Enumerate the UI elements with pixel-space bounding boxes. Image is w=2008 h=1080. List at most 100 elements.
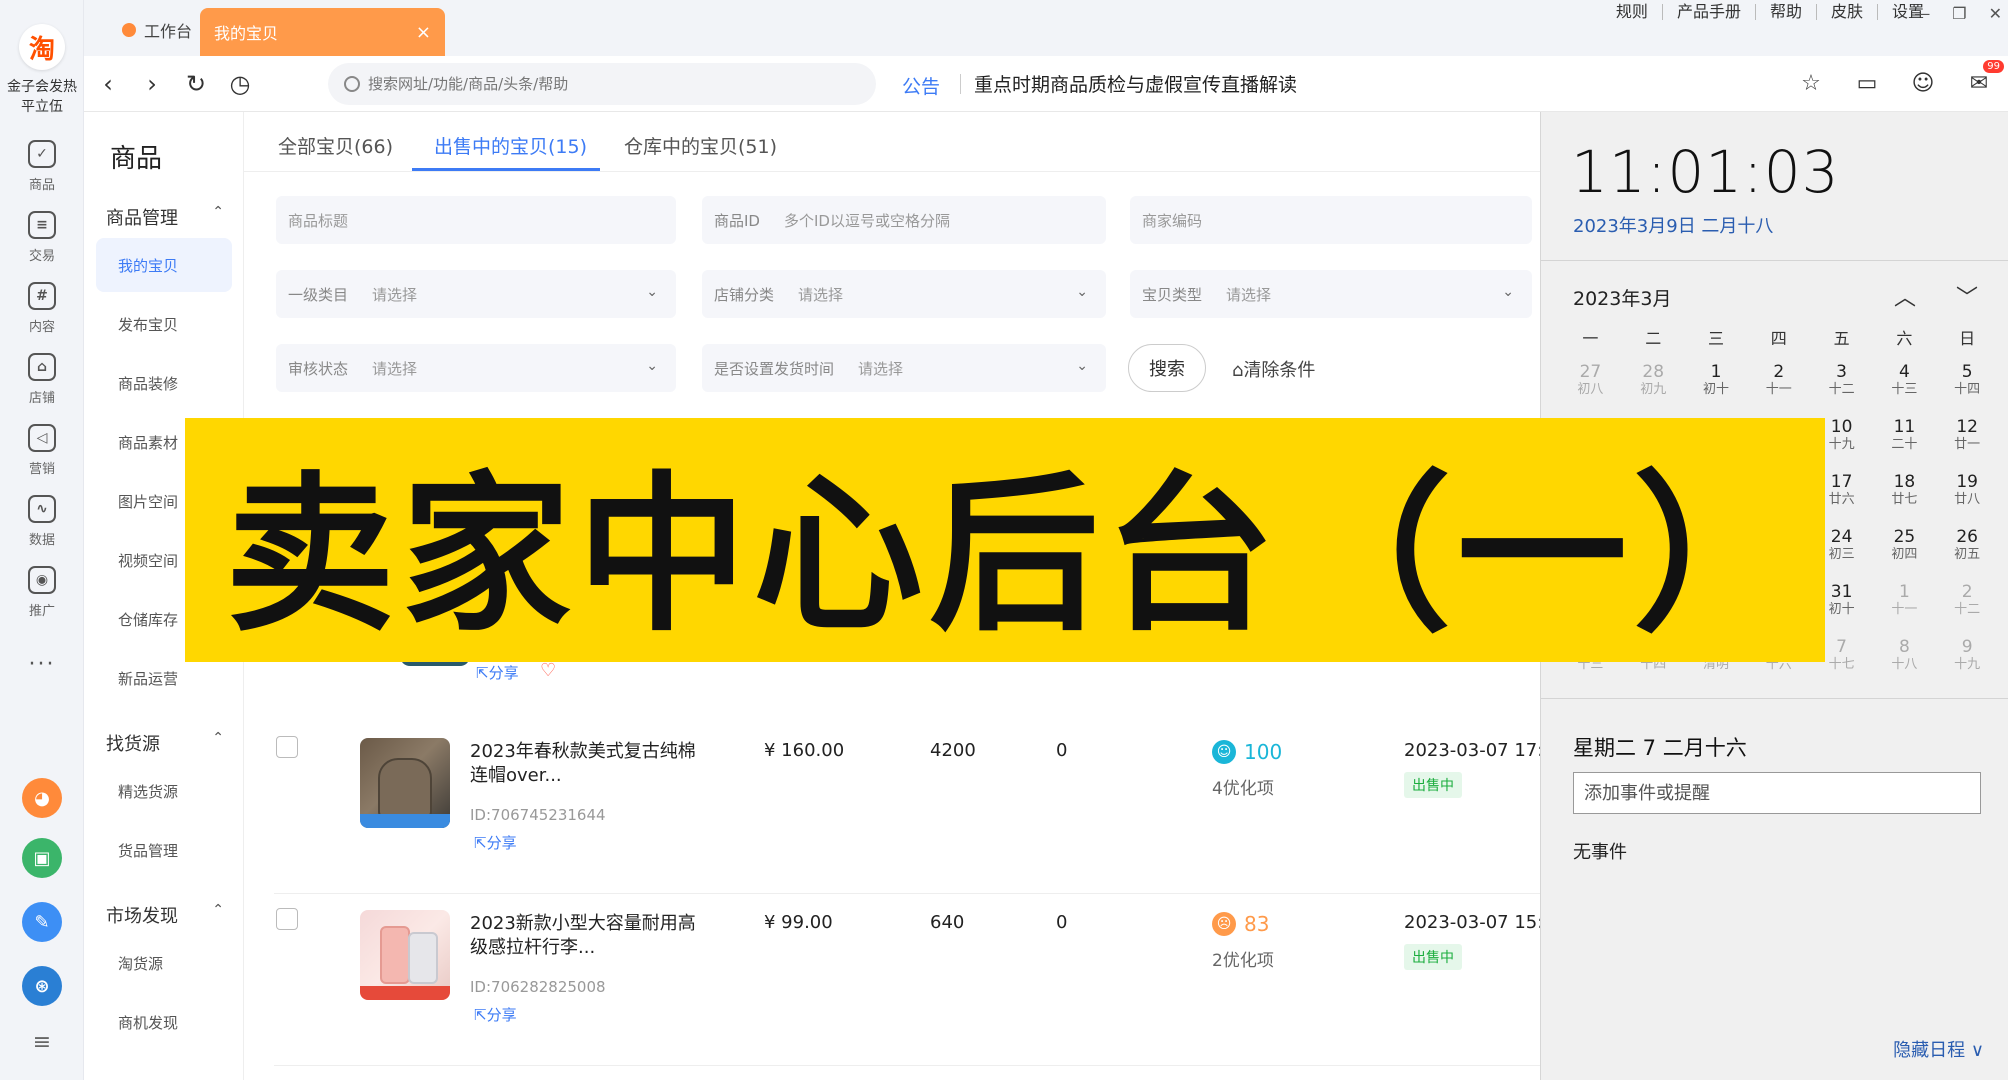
ship-time-select[interactable]: 是否设置发货时间 请选择 ⌄ — [702, 344, 1106, 392]
search-button[interactable]: 搜索 — [1128, 344, 1206, 392]
store-category-select[interactable]: 店铺分类 请选择 ⌄ — [702, 270, 1106, 318]
chevron-up-icon[interactable]: ︿ — [1894, 280, 1916, 312]
quality-score[interactable]: ☺ 100 — [1212, 740, 1282, 764]
share-link[interactable]: ⇱分享 — [474, 832, 517, 853]
calendar-day[interactable]: 26 初五 — [1936, 521, 1999, 576]
calendar-day[interactable]: 25 初四 — [1873, 521, 1936, 576]
mascot-app-icon[interactable]: ◕ — [22, 778, 62, 818]
address-search-input[interactable] — [368, 75, 848, 93]
table-row[interactable]: 2023年春秋款美式复古纯棉连帽over... ID:706745231644 … — [274, 724, 1543, 894]
id-filter[interactable]: 商品ID 多个ID以逗号或空格分隔 — [702, 196, 1106, 244]
more-icon[interactable]: ··· — [0, 652, 84, 677]
share-link[interactable]: ⇱分享 — [474, 1004, 517, 1025]
product-thumbnail[interactable] — [360, 910, 450, 1000]
clock-date[interactable]: 2023年3月9日 二月十八 — [1573, 212, 1773, 238]
browser-app-icon[interactable]: ⊛ — [22, 966, 62, 1006]
rail-item-content[interactable]: # 内容 — [0, 282, 84, 344]
sidebar-item[interactable]: 发布宝贝 — [96, 297, 232, 351]
row-checkbox[interactable] — [276, 908, 298, 930]
audit-status-value: 请选择 — [372, 359, 418, 378]
calendar-day[interactable]: 1 十一 — [1873, 576, 1936, 631]
close-window-icon[interactable]: ✕ — [1989, 4, 2002, 23]
notice-tag[interactable]: 公告 — [902, 72, 940, 99]
top-menu-item[interactable]: 皮肤 — [1817, 4, 1878, 20]
table-row[interactable]: 2023新款小型大容量耐用高级感拉杆行李... ID:706282825008 … — [274, 896, 1543, 1066]
hide-agenda-button[interactable]: 隐藏日程 ∨ — [1893, 1036, 1984, 1062]
calendar-day[interactable]: 2 十二 — [1936, 576, 1999, 631]
maximize-icon[interactable]: ❐ — [1952, 4, 1966, 23]
add-event-input[interactable] — [1573, 772, 1981, 814]
calendar-day[interactable]: 11 二十 — [1873, 411, 1936, 466]
chevron-down-icon[interactable]: ﹀ — [1956, 280, 1978, 312]
category-select[interactable]: 一级类目 请选择 ⌄ — [276, 270, 676, 318]
calendar-month[interactable]: 2023年3月 — [1573, 284, 1671, 311]
top-menu-item[interactable]: 帮助 — [1756, 4, 1817, 20]
quality-score[interactable]: ☹ 83 — [1212, 912, 1269, 936]
rail-item-marketing[interactable]: ◁ 营销 — [0, 424, 84, 486]
top-menu-item[interactable]: 产品手册 — [1663, 4, 1756, 20]
calendar-day[interactable]: 4 十三 — [1873, 356, 1936, 411]
sidebar-group[interactable]: 市场发现 ⌃ — [106, 902, 224, 928]
optimize-count[interactable]: 2优化项 — [1212, 946, 1274, 971]
calendar-day[interactable]: 19 廿八 — [1936, 466, 1999, 521]
item-type-select[interactable]: 宝贝类型 请选择 ⌄ — [1130, 270, 1532, 318]
tab-workbench[interactable]: 工作台 — [104, 10, 210, 50]
heart-icon[interactable]: ♡ — [540, 660, 556, 681]
row-checkbox[interactable] — [276, 736, 298, 758]
rail-item-promote[interactable]: ◉ 推广 — [0, 566, 84, 628]
taobao-logo[interactable]: 淘 — [19, 24, 65, 70]
optimize-count[interactable]: 4优化项 — [1212, 774, 1274, 799]
sidebar-group[interactable]: 找货源 ⌃ — [106, 730, 224, 756]
product-title[interactable]: 2023年春秋款美式复古纯棉连帽over... — [470, 740, 710, 788]
forward-icon[interactable]: › — [136, 68, 168, 100]
tab-in-warehouse[interactable]: 仓库中的宝贝(51) — [624, 132, 777, 159]
calendar-day[interactable]: 1 初十 — [1685, 356, 1748, 411]
share-link[interactable]: ⇱分享 — [476, 662, 519, 683]
minimize-icon[interactable]: — — [1914, 4, 1930, 23]
message-icon[interactable]: ✉ 99 — [1964, 60, 2004, 98]
sidebar-item[interactable]: 货品管理 — [96, 823, 232, 877]
top-menu-item[interactable]: 规则 — [1602, 4, 1663, 20]
notice-text[interactable]: 重点时期商品质检与虚假宣传直播解读 — [974, 70, 1297, 97]
merchant-code-filter[interactable]: 商家编码 — [1130, 196, 1532, 244]
calendar-day[interactable]: 9 十九 — [1936, 631, 1999, 686]
sidebar-group[interactable]: 商品管理 ⌃ — [106, 204, 224, 230]
rail-item-product[interactable]: ✓ 商品 — [0, 140, 84, 202]
sidebar-item[interactable]: 精选货源 — [96, 764, 232, 818]
calendar-day[interactable]: 27 初八 — [1559, 356, 1622, 411]
document-app-icon[interactable]: ✎ — [22, 902, 62, 942]
sidebar-item[interactable]: 商品装修 — [96, 356, 232, 410]
refresh-icon[interactable]: ↻ — [180, 68, 212, 100]
tab-on-sale[interactable]: 出售中的宝贝(15) — [434, 132, 587, 159]
calendar-day[interactable]: 18 廿七 — [1873, 466, 1936, 521]
day-number: 8 — [1898, 637, 1910, 657]
address-search[interactable] — [328, 63, 876, 105]
rail-menu-icon[interactable]: ≡ — [0, 1030, 84, 1055]
calendar-day[interactable]: 28 初九 — [1622, 356, 1685, 411]
close-icon[interactable]: × — [416, 22, 431, 43]
calendar-day[interactable]: 2 十一 — [1747, 356, 1810, 411]
calendar-day[interactable]: 3 十二 — [1810, 356, 1873, 411]
star-icon[interactable]: ☆ — [1796, 68, 1826, 98]
clear-filters-button[interactable]: ⌂清除条件 — [1232, 356, 1315, 382]
rail-item-data[interactable]: ∿ 数据 — [0, 495, 84, 557]
folder-icon[interactable]: ▭ — [1852, 68, 1882, 98]
product-thumbnail[interactable] — [360, 738, 450, 828]
rail-item-store[interactable]: ⌂ 店铺 — [0, 353, 84, 415]
sidebar-item[interactable]: 商机发现 — [96, 995, 232, 1049]
title-filter[interactable]: 商品标题 — [276, 196, 676, 244]
tab-my-items[interactable]: 我的宝贝 × — [200, 8, 445, 56]
calendar-app-icon[interactable]: ▣ — [22, 838, 62, 878]
rail-item-trade[interactable]: ≡ 交易 — [0, 211, 84, 273]
service-icon[interactable]: ☺ — [1908, 68, 1938, 98]
tab-all-items[interactable]: 全部宝贝(66) — [278, 132, 393, 159]
product-title[interactable]: 2023新款小型大容量耐用高级感拉杆行李... — [470, 912, 710, 960]
calendar-day[interactable]: 8 十八 — [1873, 631, 1936, 686]
sidebar-item[interactable]: 淘货源 — [96, 936, 232, 990]
calendar-day[interactable]: 12 廿一 — [1936, 411, 1999, 466]
calendar-day[interactable]: 5 十四 — [1936, 356, 1999, 411]
back-icon[interactable]: ‹ — [92, 68, 124, 100]
history-icon[interactable]: ◷ — [224, 68, 256, 100]
audit-status-select[interactable]: 审核状态 请选择 ⌄ — [276, 344, 676, 392]
sidebar-item[interactable]: 我的宝贝 — [96, 238, 232, 292]
